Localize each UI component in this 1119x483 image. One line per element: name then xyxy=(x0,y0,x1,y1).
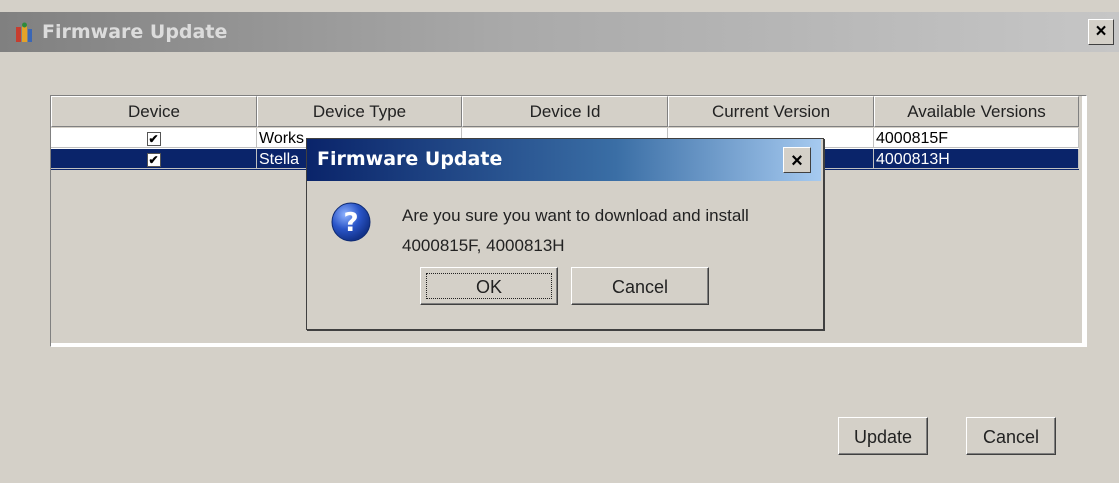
firmware-update-window: Firmware Update × Device Device Type Dev… xyxy=(0,0,1119,483)
dialog-title: Firmware Update xyxy=(317,148,503,170)
device-checkbox[interactable]: ✔ xyxy=(146,132,161,146)
svg-text:?: ? xyxy=(343,208,358,238)
device-checkbox-cell[interactable]: ✔ xyxy=(51,128,257,148)
question-icon: ? xyxy=(331,202,371,242)
column-header-device-type[interactable]: Device Type xyxy=(257,96,462,127)
column-header-device-id[interactable]: Device Id xyxy=(462,96,668,127)
focus-ring xyxy=(426,273,552,299)
table-header: Device Device Type Device Id Current Ver… xyxy=(51,96,1079,127)
cancel-button[interactable]: Cancel xyxy=(966,417,1056,455)
update-button[interactable]: Update xyxy=(838,417,928,455)
dialog-message-line2: 4000815F, 4000813H xyxy=(402,236,565,255)
confirm-dialog: Firmware Update × ? Are you sure you wan… xyxy=(306,138,824,330)
close-icon: × xyxy=(1095,21,1107,42)
available-versions-cell: 4000813H xyxy=(874,149,1079,169)
column-header-device[interactable]: Device xyxy=(51,96,257,127)
app-icon xyxy=(16,22,32,42)
dialog-message: Are you sure you want to download and in… xyxy=(402,201,749,261)
device-checkbox[interactable]: ✔ xyxy=(146,153,161,167)
close-icon: × xyxy=(791,150,803,172)
window-close-button[interactable]: × xyxy=(1088,19,1114,45)
ok-button[interactable]: OK xyxy=(420,267,558,305)
dialog-close-button[interactable]: × xyxy=(783,147,811,173)
column-header-available-versions[interactable]: Available Versions xyxy=(874,96,1079,127)
dialog-titlebar[interactable]: Firmware Update × xyxy=(307,139,821,181)
available-versions-cell: 4000815F xyxy=(874,128,1079,148)
dialog-cancel-button[interactable]: Cancel xyxy=(571,267,709,305)
window-title: Firmware Update xyxy=(42,21,228,43)
column-header-current-version[interactable]: Current Version xyxy=(668,96,874,127)
device-checkbox-cell[interactable]: ✔ xyxy=(51,149,257,169)
dialog-message-line1: Are you sure you want to download and in… xyxy=(402,206,749,225)
window-titlebar[interactable]: Firmware Update × xyxy=(0,12,1119,52)
